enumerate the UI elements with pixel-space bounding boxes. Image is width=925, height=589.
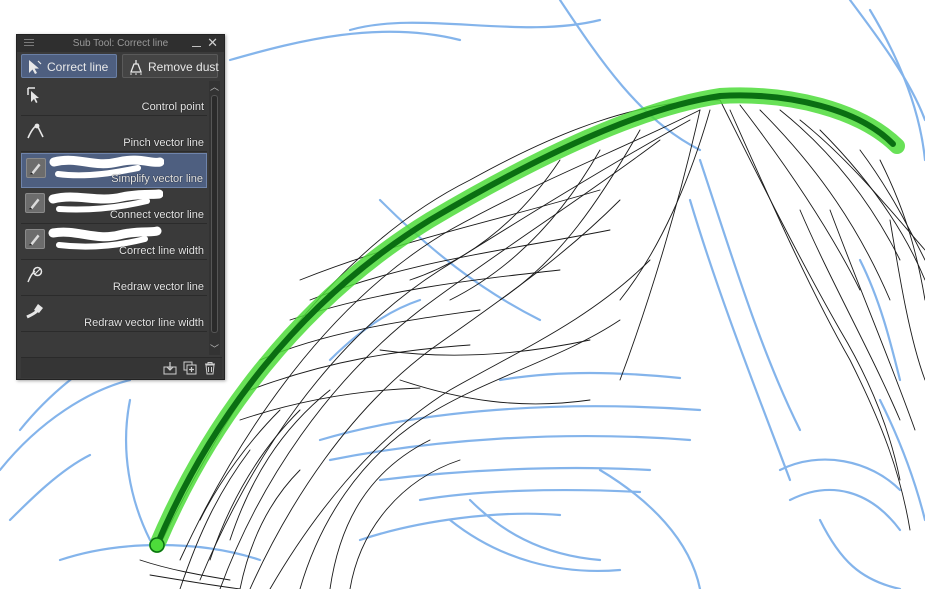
subtool-pinch-vector-line[interactable]: Pinch vector line bbox=[21, 117, 207, 152]
subtool-simplify-vector-line[interactable]: Simplify vector line bbox=[21, 153, 207, 188]
import-subtool-icon[interactable] bbox=[163, 361, 177, 375]
close-icon[interactable]: ✕ bbox=[207, 35, 218, 51]
palette-bottom-bar bbox=[21, 357, 222, 378]
subtool-label: Correct line width bbox=[119, 245, 204, 257]
list-scrollbar[interactable]: ︿ ﹀ bbox=[209, 81, 220, 355]
subtool-label: Simplify vector line bbox=[111, 173, 203, 185]
subtool-redraw-vector-line[interactable]: Redraw vector line bbox=[21, 261, 207, 296]
redraw-width-icon bbox=[26, 304, 43, 319]
subtool-label: Control point bbox=[141, 101, 204, 113]
scroll-down-icon[interactable]: ﹀ bbox=[209, 343, 220, 355]
tab-label: Correct line bbox=[47, 60, 109, 74]
subtool-correct-line-width[interactable]: Correct line width bbox=[21, 225, 207, 260]
brush-tool-icon bbox=[25, 193, 45, 213]
tab-correct-line[interactable]: Correct line bbox=[21, 54, 117, 78]
lineart-layer bbox=[139, 99, 925, 589]
delete-subtool-icon[interactable] bbox=[203, 361, 217, 375]
selection-highlight bbox=[149, 87, 905, 553]
dustpan-icon bbox=[130, 60, 142, 75]
sub-tool-list: Control point Pinch vector line Simplify… bbox=[21, 81, 209, 357]
control-point-icon bbox=[27, 87, 39, 103]
subtool-label: Pinch vector line bbox=[123, 137, 204, 149]
subtool-label: Redraw vector line bbox=[112, 281, 204, 293]
subtool-redraw-vector-line-width[interactable]: Redraw vector line width bbox=[21, 297, 207, 332]
redraw-vector-icon bbox=[27, 266, 43, 283]
subtool-connect-vector-line[interactable]: Connect vector line bbox=[21, 189, 207, 224]
palette-titlebar[interactable]: Sub Tool: Correct line ✕ bbox=[17, 35, 224, 52]
line-endpoint[interactable] bbox=[149, 537, 165, 553]
tab-remove-dust[interactable]: Remove dust bbox=[122, 54, 219, 78]
sub-tool-palette: Sub Tool: Correct line ✕ Correct line Re… bbox=[16, 34, 225, 380]
subtool-label: Redraw vector line width bbox=[84, 317, 204, 329]
scroll-up-icon[interactable]: ︿ bbox=[209, 81, 220, 93]
minimize-button[interactable] bbox=[192, 37, 202, 49]
duplicate-subtool-icon[interactable] bbox=[183, 361, 197, 375]
sub-tool-groups: Correct line Remove dust bbox=[21, 54, 222, 78]
brush-tool-icon bbox=[26, 158, 46, 178]
subtool-control-point[interactable]: Control point bbox=[21, 81, 207, 116]
arrow-cursor-icon bbox=[29, 60, 42, 74]
scroll-thumb[interactable] bbox=[211, 95, 218, 333]
pinch-vector-icon bbox=[27, 123, 44, 139]
tab-label: Remove dust bbox=[148, 60, 219, 74]
brush-tool-icon bbox=[25, 229, 45, 249]
subtool-label: Connect vector line bbox=[109, 209, 204, 221]
